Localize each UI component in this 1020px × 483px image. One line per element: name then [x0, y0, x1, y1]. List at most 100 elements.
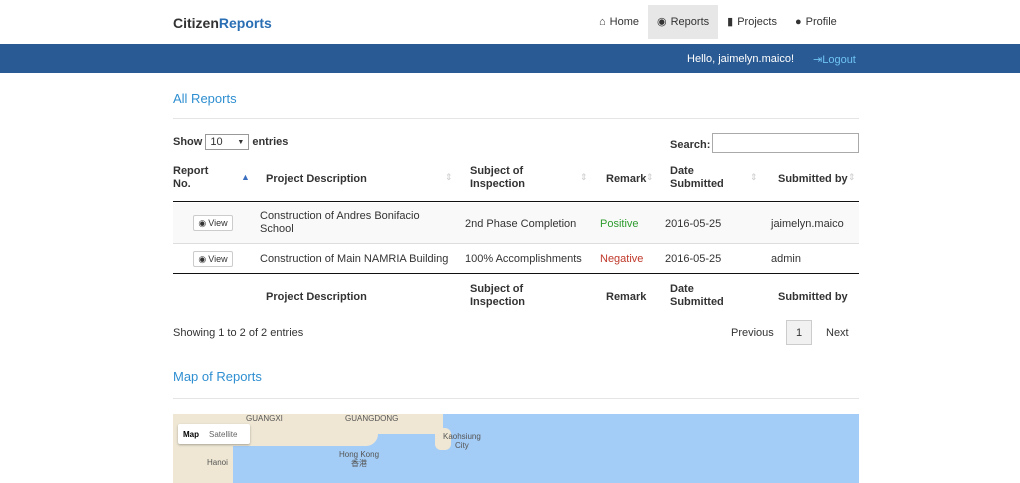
footer-date-line2: Submitted: [670, 296, 724, 308]
header-submitted-by[interactable]: Submitted by: [778, 173, 848, 186]
table-header-border: [173, 201, 859, 202]
header-subject-line2: Inspection: [470, 178, 526, 190]
user-icon: ●: [794, 15, 802, 28]
file-icon: ▮: [727, 15, 734, 28]
sort-icon: ⇕: [580, 172, 588, 182]
nav-profile[interactable]: ● Profile: [786, 5, 846, 39]
footer-project-description: Project Description: [266, 291, 367, 303]
entries-length-control: Show 10 ▼ entries: [173, 134, 288, 150]
show-label: Show: [173, 136, 203, 148]
eye-icon: ◉: [198, 253, 207, 264]
map-type-map[interactable]: Map: [178, 430, 204, 439]
cell-date: 2016-05-25: [665, 218, 722, 230]
sort-asc-icon: ▲: [241, 172, 250, 182]
sort-icon: ⇕: [848, 172, 856, 182]
map-label-kaohsiung: Kaohsiung City: [443, 432, 481, 450]
footer-submitted-by: Submitted by: [778, 291, 848, 303]
row-divider: [173, 243, 859, 244]
map-divider: [173, 398, 859, 399]
logout-icon: ⇥: [813, 54, 823, 66]
map-heading: Map of Reports: [173, 369, 262, 384]
entries-select[interactable]: 10 ▼: [205, 134, 250, 150]
logout-label: Logout: [822, 54, 856, 66]
map-label-kaohsiung-line1: Kaohsiung: [443, 432, 481, 441]
eye-icon: ◉: [198, 217, 207, 228]
header-subject[interactable]: Subject of Inspection: [470, 165, 525, 191]
entries-label: entries: [252, 136, 289, 148]
cell-date: 2016-05-25: [665, 253, 722, 265]
cell-project: Construction of Andres Bonifacio School: [260, 210, 420, 236]
next-button[interactable]: Next: [826, 327, 849, 339]
map-label-kaohsiung-line2: City: [455, 441, 469, 450]
map-type-satellite[interactable]: Satellite: [204, 430, 242, 439]
cell-remark: Positive: [600, 218, 639, 230]
sort-icon: ⇕: [445, 172, 453, 182]
header-date-line2: Submitted: [670, 178, 724, 190]
nav-links: ⌂ Home ◉ Reports ▮ Projects ● Profile: [590, 5, 846, 39]
sort-icon: ⇕: [750, 172, 758, 182]
footer-date-line1: Date: [670, 283, 694, 295]
footer-subject-line1: Subject of: [470, 283, 524, 295]
cell-submitted-by: jaimelyn.maico: [771, 218, 844, 230]
previous-button[interactable]: Previous: [731, 327, 774, 339]
table-info: Showing 1 to 2 of 2 entries: [173, 327, 304, 339]
header-report-no[interactable]: Report No.: [173, 165, 208, 191]
footer-subject-line2: Inspection: [470, 296, 526, 308]
sort-icon: ⇕: [646, 172, 654, 182]
map-label-guangdong: GUANGDONG: [345, 414, 399, 423]
brand-logo[interactable]: CitizenReports: [173, 15, 272, 31]
map-label-guangxi: GUANGXI: [246, 414, 283, 423]
cell-submitted-by: admin: [771, 253, 801, 265]
search-label: Search:: [670, 139, 711, 151]
cell-project-line2: School: [260, 223, 294, 235]
eye-icon: ◉: [657, 15, 667, 28]
nav-reports[interactable]: ◉ Reports: [648, 5, 719, 39]
cell-subject: 100% Accomplishments: [465, 253, 582, 265]
header-subject-line1: Subject of: [470, 165, 524, 177]
cell-project-line1: Construction of Andres Bonifacio: [260, 210, 420, 222]
user-bar: Hello, jaimelyn.maico! ⇥Logout: [0, 44, 1020, 73]
cell-project: Construction of Main NAMRIA Building: [260, 253, 449, 265]
nav-reports-label: Reports: [670, 16, 710, 28]
footer-subject: Subject of Inspection: [470, 283, 525, 309]
nav-projects-label: Projects: [737, 16, 777, 28]
nav-projects[interactable]: ▮ Projects: [718, 5, 786, 39]
reports-divider: [173, 118, 859, 119]
home-icon: ⌂: [599, 15, 606, 28]
logout-link[interactable]: ⇥Logout: [813, 53, 856, 66]
cell-subject: 2nd Phase Completion: [465, 218, 577, 230]
map-label-hanoi: Hanoi: [207, 458, 228, 467]
footer-date-submitted: Date Submitted: [670, 283, 724, 309]
entries-select-value: 10: [210, 136, 223, 148]
map-label-hongkong-line2: 香港: [351, 459, 368, 468]
nav-home-label: Home: [609, 16, 639, 28]
view-button[interactable]: ◉ View: [193, 215, 233, 231]
header-report-no-line1: Report: [173, 165, 209, 177]
nav-home[interactable]: ⌂ Home: [590, 5, 648, 39]
brand-part2: Reports: [218, 15, 272, 31]
brand-part1: Citizen: [173, 15, 219, 31]
header-date-line1: Date: [670, 165, 694, 177]
reports-heading: All Reports: [173, 91, 237, 106]
map-label-hongkong: Hong Kong 香港: [339, 450, 379, 468]
footer-remark: Remark: [606, 291, 647, 303]
top-navbar: CitizenReports ⌂ Home ◉ Reports ▮ Projec…: [0, 0, 1020, 44]
user-greeting: Hello, jaimelyn.maico!: [687, 53, 794, 65]
search-input[interactable]: [712, 133, 859, 153]
map-type-control: Map Satellite: [178, 424, 250, 444]
nav-profile-label: Profile: [805, 16, 837, 28]
page-button-1[interactable]: 1: [786, 320, 812, 345]
header-report-no-line2: No.: [173, 178, 191, 190]
view-button-label: View: [208, 254, 228, 264]
header-remark[interactable]: Remark: [606, 173, 646, 186]
view-button[interactable]: ◉ View: [193, 251, 233, 267]
map-land: [391, 414, 443, 430]
header-project-description[interactable]: Project Description: [266, 173, 367, 186]
header-date-submitted[interactable]: Date Submitted: [670, 165, 724, 191]
table-footer-border: [173, 273, 859, 274]
chevron-down-icon: ▼: [237, 138, 245, 146]
reports-map[interactable]: Map Satellite GUANGXI GUANGDONG Kaohsiun…: [173, 414, 859, 483]
view-button-label: View: [208, 218, 228, 228]
cell-remark: Negative: [600, 253, 644, 265]
map-label-hongkong-line1: Hong Kong: [339, 450, 380, 459]
